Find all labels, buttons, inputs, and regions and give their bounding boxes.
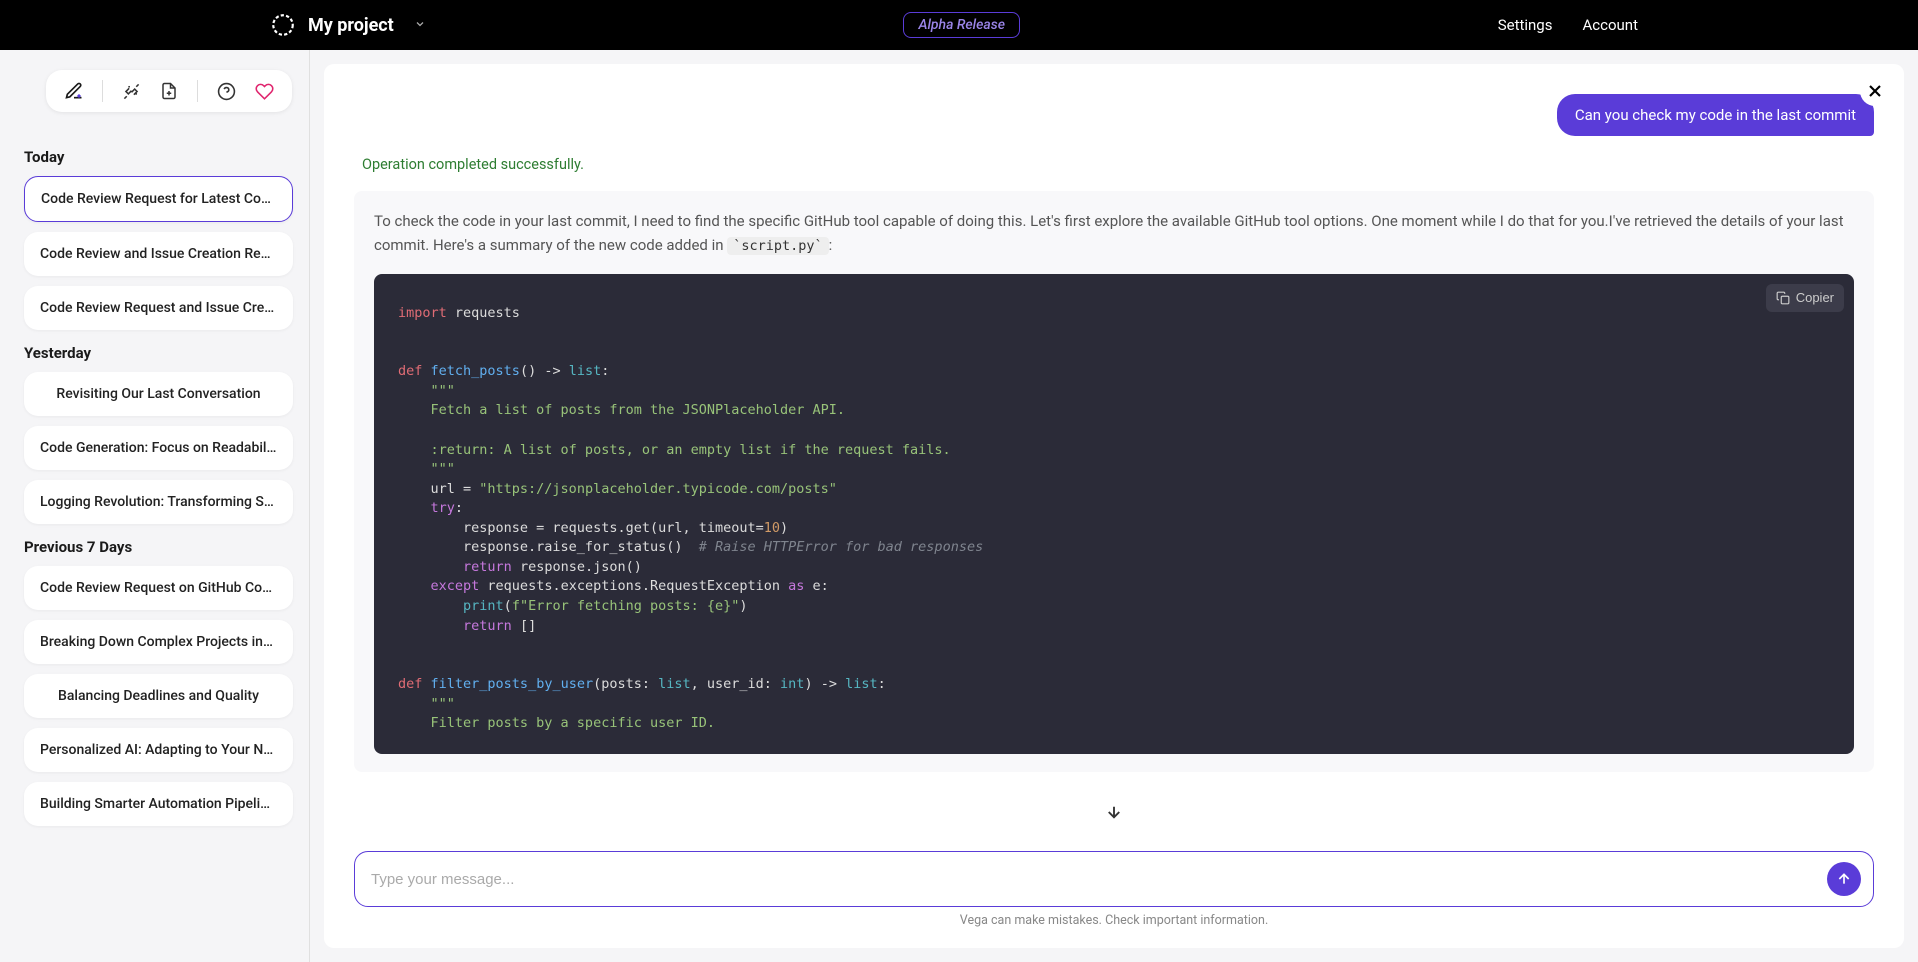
chat-container: Can you check my code in the last commit… xyxy=(324,64,1904,948)
project-name[interactable]: My project xyxy=(308,15,394,36)
section-title: Today xyxy=(24,148,293,166)
success-message: Operation completed successfully. xyxy=(354,156,1874,173)
header-right: Settings Account xyxy=(1498,16,1638,34)
section-title: Yesterday xyxy=(24,344,293,362)
conversation-item[interactable]: Code Review and Issue Creation Request xyxy=(24,232,293,276)
code-content: import requests def fetch_posts() -> lis… xyxy=(398,304,1830,734)
message-input[interactable] xyxy=(371,871,1827,888)
section-title: Previous 7 Days xyxy=(24,538,293,556)
assistant-text: To check the code in your last commit, I… xyxy=(374,209,1854,258)
user-bubble: Can you check my code in the last commit xyxy=(1557,94,1874,136)
logo-icon xyxy=(270,12,296,38)
account-link[interactable]: Account xyxy=(1582,16,1638,34)
app-header: My project Alpha Release Settings Accoun… xyxy=(0,0,1918,50)
code-block: Copier import requests def fetch_posts()… xyxy=(374,274,1854,754)
settings-link[interactable]: Settings xyxy=(1498,16,1553,34)
conversation-item[interactable]: Breaking Down Complex Projects into ... xyxy=(24,620,293,664)
header-left: My project xyxy=(270,12,426,38)
new-file-icon[interactable] xyxy=(159,81,179,101)
chat-scroll[interactable]: Can you check my code in the last commit… xyxy=(324,64,1904,839)
alpha-badge: Alpha Release xyxy=(903,12,1020,38)
chevron-down-icon[interactable] xyxy=(414,18,426,33)
compose-icon[interactable] xyxy=(64,81,84,101)
conversation-item[interactable]: Code Review Request for Latest Commit xyxy=(24,176,293,222)
inline-code: `script.py` xyxy=(727,237,828,255)
toolbar-separator xyxy=(197,80,198,102)
conversation-item[interactable]: Building Smarter Automation Pipelines xyxy=(24,782,293,826)
conversation-item[interactable]: Code Review Request on GitHub Commit xyxy=(24,566,293,610)
heart-icon[interactable] xyxy=(254,81,274,101)
toolbar-separator xyxy=(102,80,103,102)
header-center: Alpha Release xyxy=(426,12,1498,38)
disclaimer: Vega can make mistakes. Check important … xyxy=(354,907,1874,940)
plug-icon[interactable] xyxy=(121,81,141,101)
assistant-message: To check the code in your last commit, I… xyxy=(354,191,1874,772)
input-area: Vega can make mistakes. Check important … xyxy=(324,839,1904,948)
sidebar-toolbar xyxy=(46,70,292,112)
conversation-item[interactable]: Code Review Request and Issue Creation xyxy=(24,286,293,330)
sidebar: Today Code Review Request for Latest Com… xyxy=(0,50,310,962)
user-message: Can you check my code in the last commit xyxy=(354,94,1874,136)
close-icon[interactable] xyxy=(1860,76,1890,106)
conversation-item[interactable]: Balancing Deadlines and Quality xyxy=(24,674,293,718)
copy-button[interactable]: Copier xyxy=(1766,284,1844,313)
conversation-item[interactable]: Logging Revolution: Transforming Scrip..… xyxy=(24,480,293,524)
conversation-item[interactable]: Personalized AI: Adapting to Your Needs xyxy=(24,728,293,772)
main-area: Can you check my code in the last commit… xyxy=(310,50,1918,962)
conversation-item[interactable]: Code Generation: Focus on Readability ..… xyxy=(24,426,293,470)
input-box xyxy=(354,851,1874,907)
send-button[interactable] xyxy=(1827,862,1861,896)
help-icon[interactable] xyxy=(216,81,236,101)
conversation-item[interactable]: Revisiting Our Last Conversation xyxy=(24,372,293,416)
scroll-down-icon[interactable] xyxy=(1099,797,1129,827)
